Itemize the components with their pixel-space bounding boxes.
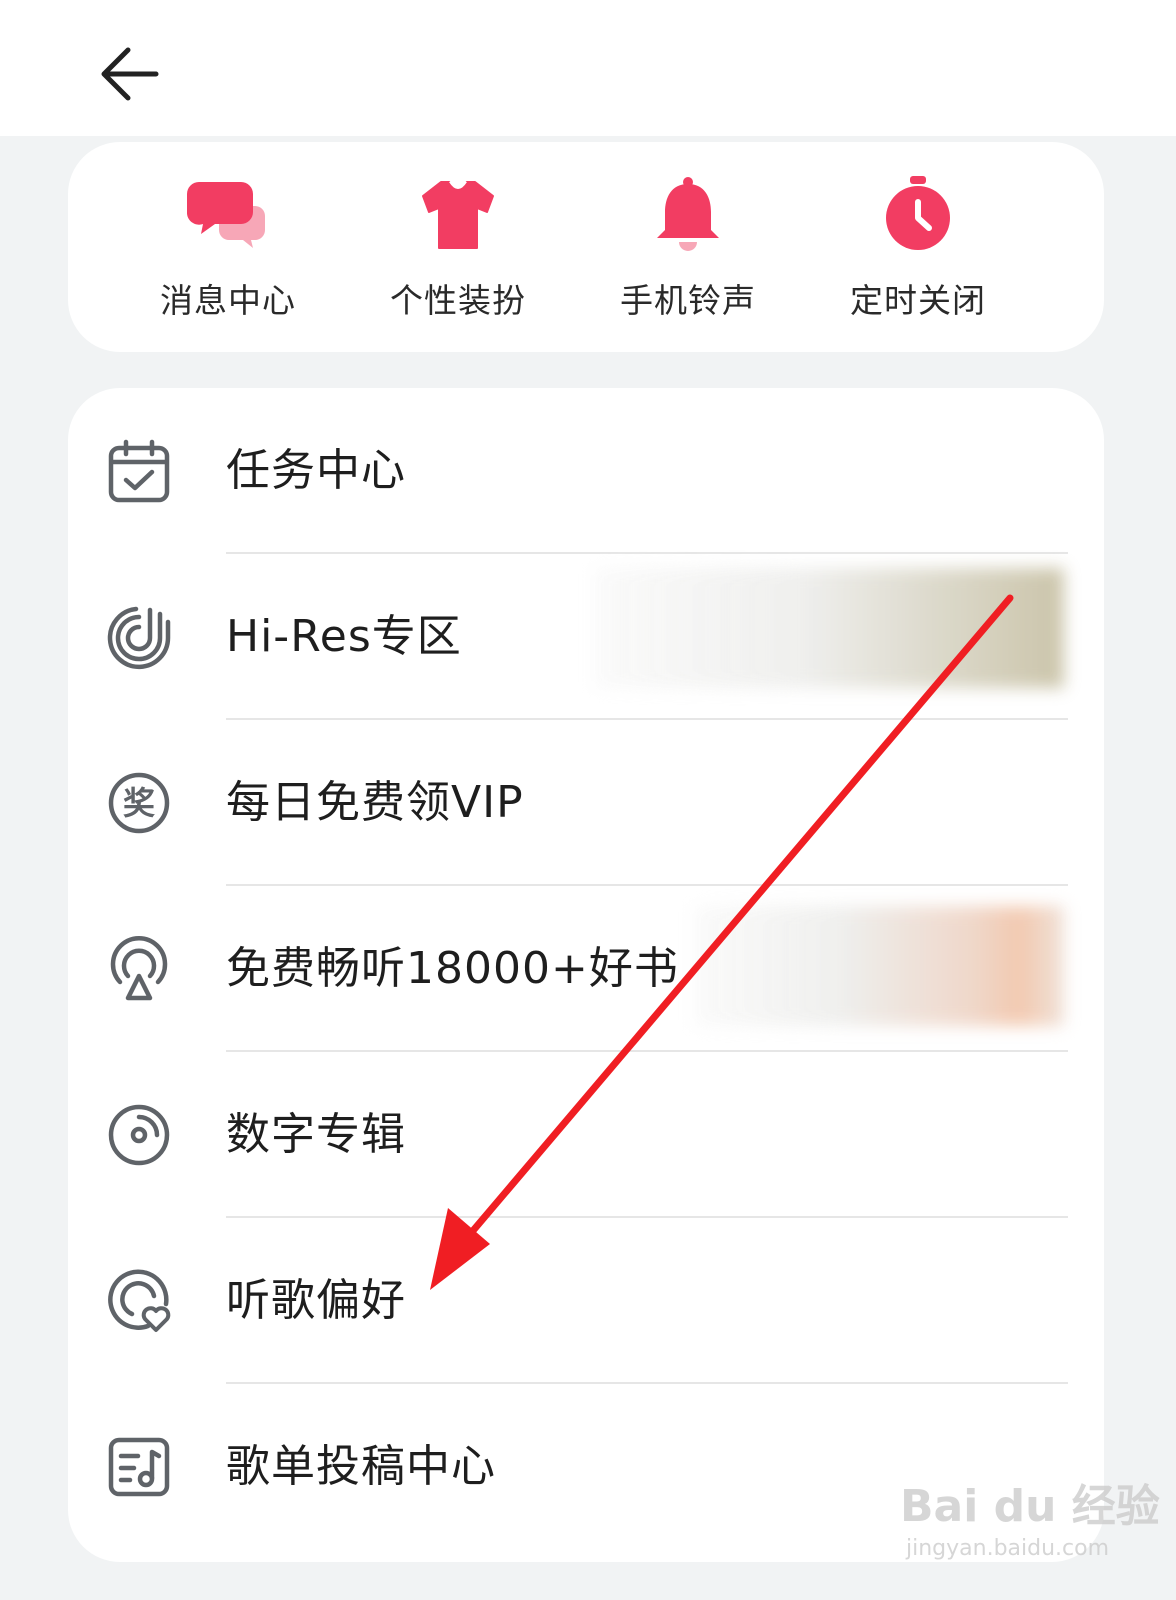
menu-list-card: 任务中心 Hi-Res专区 奖 每日免费领VIP 免费畅听18000+好书 数字… <box>68 388 1104 1562</box>
quick-action-label: 个性装扮 <box>390 281 526 320</box>
quick-action-label: 手机铃声 <box>620 281 756 320</box>
bell-icon <box>657 177 719 251</box>
hires-icon <box>107 606 171 670</box>
award-glyph: 奖 <box>123 784 155 822</box>
chat-bubbles-icon <box>186 182 265 248</box>
menu-item-label: 每日免费领VIP <box>226 777 524 828</box>
baidu-jingyan-watermark: Bai du 经验 jingyan.baidu.com <box>900 1470 1160 1580</box>
quick-action-label: 定时关闭 <box>850 281 986 320</box>
award-icon: 奖 <box>108 772 170 834</box>
menu-item-label: 歌单投稿中心 <box>226 1441 496 1492</box>
playlist-note-icon <box>108 1437 170 1497</box>
menu-item-label: 免费畅听18000+好书 <box>226 943 679 994</box>
quick-action-sleep-timer[interactable]: 定时关闭 <box>818 172 1018 332</box>
menu-item-label: 任务中心 <box>226 445 406 496</box>
menu-item-daily-free-vip[interactable]: 奖 每日免费领VIP <box>68 720 1104 886</box>
quick-action-ringtone[interactable]: 手机铃声 <box>588 172 788 332</box>
music-heart-icon <box>108 1269 171 1332</box>
menu-item-label: 数字专辑 <box>226 1109 406 1160</box>
quick-action-label: 消息中心 <box>160 281 296 320</box>
menu-item-task-center[interactable]: 任务中心 <box>68 388 1104 554</box>
blurred-promo-banner[interactable] <box>594 568 1064 688</box>
watermark-sub: jingyan.baidu.com <box>906 1536 1110 1561</box>
arrow-left-icon <box>101 47 159 101</box>
stopwatch-icon <box>886 176 950 250</box>
back-button[interactable] <box>92 36 168 112</box>
blurred-promo-banner[interactable] <box>694 906 1064 1026</box>
menu-item-label: 听歌偏好 <box>226 1275 406 1326</box>
menu-item-hires-zone[interactable]: Hi-Res专区 <box>68 554 1104 720</box>
menu-item-free-audiobooks[interactable]: 免费畅听18000+好书 <box>68 886 1104 1052</box>
menu-item-listening-preference[interactable]: 听歌偏好 <box>68 1218 1104 1384</box>
quick-action-message-center[interactable]: 消息中心 <box>128 172 328 332</box>
podcast-icon <box>110 936 168 1001</box>
menu-item-digital-albums[interactable]: 数字专辑 <box>68 1052 1104 1218</box>
tshirt-icon <box>422 181 494 249</box>
top-bar <box>0 0 1176 136</box>
quick-action-personal-theme[interactable]: 个性装扮 <box>358 172 558 332</box>
calendar-check-icon <box>108 439 170 503</box>
menu-item-label: Hi-Res专区 <box>226 611 462 662</box>
quick-actions-card: 消息中心 个性装扮 手机铃声 定时关闭 <box>68 142 1104 352</box>
watermark-main: Bai du 经验 <box>900 1481 1160 1532</box>
disc-icon <box>108 1104 170 1166</box>
